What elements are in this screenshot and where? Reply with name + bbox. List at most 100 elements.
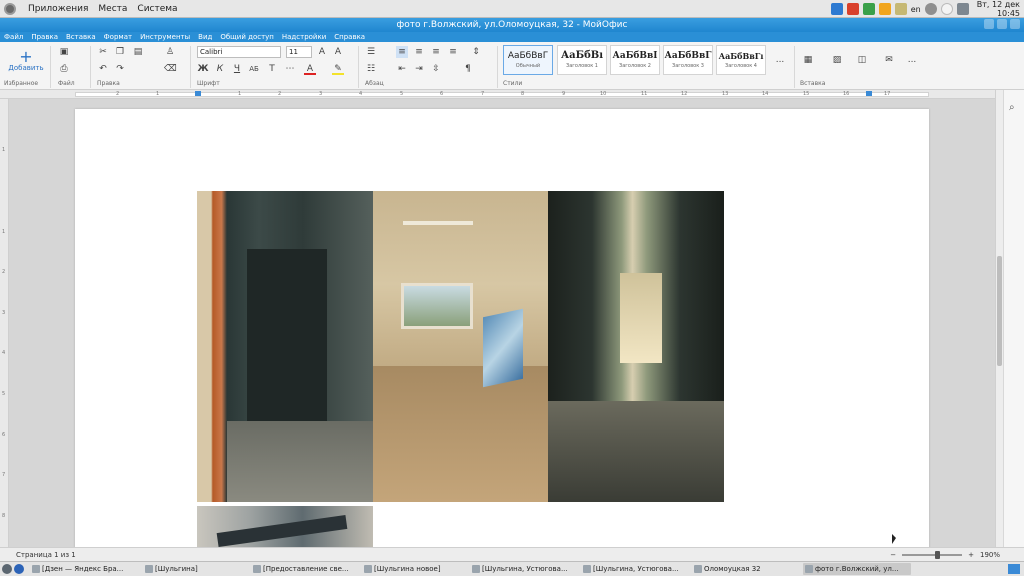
workspace-icon[interactable]: [1008, 564, 1020, 574]
cut-icon[interactable]: ✂: [97, 46, 109, 58]
zoom-level[interactable]: 190%: [980, 548, 1000, 562]
bullet-list-icon[interactable]: ☰: [365, 46, 377, 58]
menu-sharing[interactable]: Общий доступ: [220, 32, 274, 42]
task-document[interactable]: [Шульгина, Устюгова...: [470, 563, 578, 575]
line-spacing-icon[interactable]: ⇕: [470, 46, 482, 58]
more-styles-button[interactable]: ...: [774, 54, 786, 66]
gnome-foot-icon[interactable]: [4, 2, 16, 15]
task-active-document[interactable]: фото г.Волжский, ул...: [803, 563, 911, 575]
more-font-icon[interactable]: ⋯: [284, 63, 296, 75]
print-icon[interactable]: ⎙: [58, 63, 70, 75]
clear-format-icon[interactable]: ⌫: [164, 63, 177, 75]
menu-edit[interactable]: Правка: [31, 32, 58, 42]
power-icon[interactable]: [940, 3, 953, 15]
highlight-icon[interactable]: ✎: [332, 63, 344, 75]
paragraph-spacing-icon[interactable]: ⇳: [430, 63, 442, 75]
task-folder[interactable]: [Шульгина новое]: [362, 563, 467, 575]
underline-icon[interactable]: Ч: [231, 63, 243, 75]
task-document[interactable]: [Шульгина, Устюгова...: [581, 563, 689, 575]
scrollbar-thumb[interactable]: [997, 256, 1002, 366]
more-insert-button[interactable]: ...: [906, 54, 918, 66]
menu-format[interactable]: Формат: [104, 32, 132, 42]
strikethrough-icon[interactable]: АБ: [248, 63, 260, 75]
increase-font-icon[interactable]: A: [316, 46, 328, 58]
menu-system[interactable]: Система: [137, 4, 177, 14]
vertical-ruler[interactable]: 1 1 2 3 4 5 6 7 8: [0, 99, 9, 547]
pilcrow-icon[interactable]: ¶: [462, 63, 474, 75]
task-document[interactable]: [Предоставление све...: [251, 563, 359, 575]
style-normal[interactable]: АаБбВвГ Обычный: [503, 45, 553, 75]
menu-insert[interactable]: Вставка: [66, 32, 96, 42]
keyboard-layout[interactable]: en: [911, 5, 921, 14]
menu-file[interactable]: Файл: [4, 32, 23, 42]
align-center-icon[interactable]: ≡: [413, 46, 425, 58]
menu-applications[interactable]: Приложения: [28, 4, 88, 14]
volume-icon[interactable]: [924, 3, 937, 15]
zoom-slider[interactable]: [902, 551, 963, 559]
show-desktop-icon[interactable]: [2, 564, 12, 574]
app-icon[interactable]: [846, 3, 859, 15]
redo-icon[interactable]: ↷: [114, 63, 126, 75]
undo-icon[interactable]: ↶: [97, 63, 109, 75]
copy-icon[interactable]: ❐: [114, 46, 126, 58]
network-icon[interactable]: [956, 3, 969, 15]
k-icon[interactable]: [878, 3, 891, 15]
font-size-select[interactable]: 11: [286, 46, 312, 58]
outdent-icon[interactable]: ⇤: [396, 63, 408, 75]
style-heading-1[interactable]: АаБбВı Заголовок 1: [557, 45, 607, 75]
add-button[interactable]: + Добавить: [6, 49, 46, 73]
style-heading-4[interactable]: АаБбВвГı Заголовок 4: [716, 45, 766, 75]
menu-view[interactable]: Вид: [198, 32, 212, 42]
photo-room[interactable]: [373, 191, 548, 502]
zoom-slider-knob[interactable]: [935, 551, 941, 559]
menu-places[interactable]: Места: [98, 4, 127, 14]
decrease-font-icon[interactable]: A: [332, 46, 344, 58]
paste-icon[interactable]: ▤: [132, 46, 144, 58]
italic-icon[interactable]: К: [214, 63, 226, 75]
case-icon[interactable]: T: [266, 63, 278, 75]
right-indent-marker[interactable]: [866, 91, 872, 96]
app-icon[interactable]: [862, 3, 875, 15]
indent-marker[interactable]: [195, 91, 201, 96]
minimize-button[interactable]: [984, 19, 994, 29]
window-title-bar[interactable]: фото г.Волжский, ул.Оломоуцкая, 32 - Мой…: [0, 18, 1024, 32]
yandex-icon[interactable]: [14, 564, 24, 574]
photo-fourth[interactable]: [197, 506, 373, 547]
notes-icon[interactable]: [894, 3, 907, 15]
align-left-icon[interactable]: ≡: [396, 46, 408, 58]
maximize-button[interactable]: [997, 19, 1007, 29]
indent-icon[interactable]: ⇥: [413, 63, 425, 75]
document-page[interactable]: [75, 109, 929, 547]
task-folder[interactable]: Оломоуцкая 32: [692, 563, 800, 575]
style-heading-2[interactable]: АаБбВвI Заголовок 2: [610, 45, 660, 75]
format-painter-icon[interactable]: ♙: [164, 46, 176, 58]
menu-addons[interactable]: Надстройки: [282, 32, 326, 42]
font-name-select[interactable]: Calibri: [197, 46, 281, 58]
comment-icon[interactable]: ✉: [883, 54, 895, 66]
task-browser[interactable]: [Дзен — Яндекс Бра...: [30, 563, 140, 575]
close-button[interactable]: [1010, 19, 1020, 29]
style-heading-3[interactable]: АаБбВвГ Заголовок 3: [663, 45, 713, 75]
task-folder[interactable]: [Шульгина]: [143, 563, 248, 575]
font-color-icon[interactable]: A: [304, 63, 316, 75]
menu-tools[interactable]: Инструменты: [140, 32, 190, 42]
shape-icon[interactable]: ◫: [856, 54, 868, 66]
photo-corridor[interactable]: [548, 191, 724, 502]
numbered-list-icon[interactable]: ☷: [365, 63, 377, 75]
align-right-icon[interactable]: ≡: [430, 46, 442, 58]
search-icon[interactable]: ⌕: [1009, 102, 1015, 113]
document-area[interactable]: [9, 99, 995, 547]
zoom-in-button[interactable]: +: [968, 548, 974, 562]
bold-icon[interactable]: Ж: [197, 63, 209, 75]
vertical-scrollbar[interactable]: [995, 90, 1003, 547]
table-icon[interactable]: ▦: [802, 54, 814, 66]
zoom-out-button[interactable]: −: [890, 548, 896, 562]
clock[interactable]: Вт, 12 дек 10:45: [977, 0, 1020, 18]
shield-icon[interactable]: [830, 3, 843, 15]
horizontal-ruler[interactable]: 2 1 1 2 3 4 5 6 7 8 9 10 11 12 13 14 15 …: [0, 90, 1024, 99]
zoom-control[interactable]: − + 190%: [890, 548, 1000, 562]
image-icon[interactable]: ▨: [831, 54, 843, 66]
save-icon[interactable]: ▣: [58, 46, 70, 58]
menu-help[interactable]: Справка: [334, 32, 365, 42]
photo-doorway[interactable]: [197, 191, 373, 502]
